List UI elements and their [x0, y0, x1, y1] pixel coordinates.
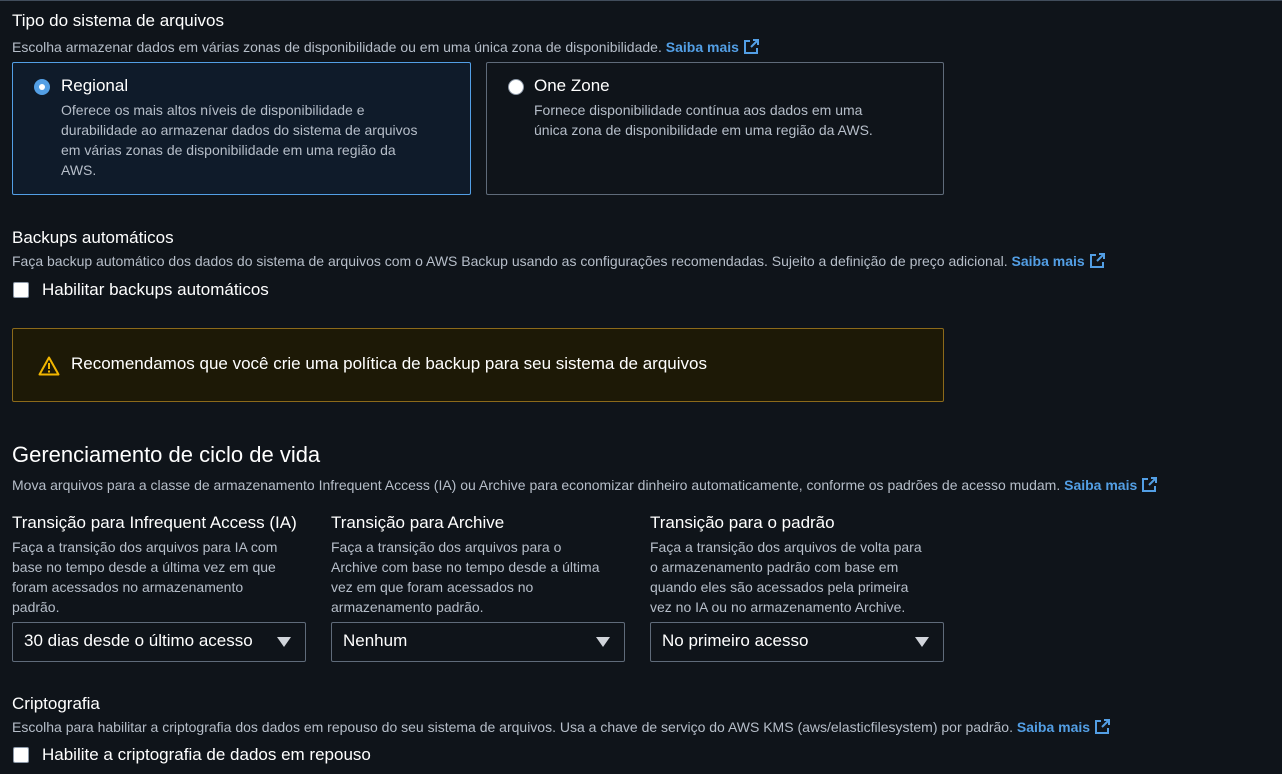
external-link-icon — [1095, 719, 1111, 734]
lifecycle-learn-more-link[interactable]: Saiba mais — [1064, 477, 1158, 493]
option-description-regional: Oferece os mais altos níveis de disponib… — [61, 102, 418, 178]
backups-checkbox[interactable] — [13, 282, 29, 298]
option-title-one-zone: One Zone — [534, 76, 610, 95]
filesystem-type-heading: Tipo do sistema de arquivos — [12, 11, 224, 30]
option-title-regional: Regional — [61, 76, 129, 95]
encryption-checkbox[interactable] — [13, 747, 29, 763]
transition-archive-select-value: Nenhum — [343, 631, 408, 650]
filesystem-type-description-text: Escolha armazenar dados em várias zonas … — [12, 39, 662, 55]
encryption-description: Escolha para habilitar a criptografia do… — [12, 717, 1111, 737]
encryption-learn-more-link[interactable]: Saiba mais — [1017, 719, 1111, 735]
filesystem-type-learn-more-link[interactable]: Saiba mais — [666, 39, 759, 55]
caret-down-icon — [277, 637, 291, 647]
backups-description-text: Faça backup automático dos dados do sist… — [12, 253, 1008, 269]
backup-warning-alert: Recomendamos que você crie uma política … — [12, 328, 944, 402]
caret-down-icon — [915, 637, 929, 647]
lifecycle-description-text: Mova arquivos para a classe de armazenam… — [12, 477, 1061, 493]
option-tile-regional[interactable]: Regional Oferece os mais altos níveis de… — [12, 62, 471, 195]
encryption-description-text: Escolha para habilitar a criptografia do… — [12, 719, 1013, 735]
transition-ia-title: Transição para Infrequent Access (IA) — [12, 513, 297, 532]
transition-archive-select[interactable]: Nenhum — [331, 622, 625, 662]
option-tile-one-zone[interactable]: One Zone Fornece disponibilidade contínu… — [486, 62, 944, 195]
warning-icon — [38, 356, 60, 376]
transition-archive-title: Transição para Archive — [331, 513, 505, 532]
backups-learn-more-link[interactable]: Saiba mais — [1012, 253, 1105, 269]
external-link-icon — [743, 39, 759, 54]
backup-warning-text: Recomendamos que você crie uma política … — [71, 354, 707, 373]
backups-heading: Backups automáticos — [12, 228, 174, 247]
transition-standard-description: Faça a transição dos arquivos de volta p… — [650, 539, 922, 615]
encryption-checkbox-label[interactable]: Habilite a criptografia de dados em repo… — [42, 745, 371, 765]
top-divider — [0, 0, 1282, 1]
transition-archive-description: Faça a transição dos arquivos para o Arc… — [331, 539, 600, 615]
external-link-icon — [1142, 477, 1158, 492]
option-description-one-zone: Fornece disponibilidade contínua aos dad… — [534, 102, 873, 138]
transition-standard-select[interactable]: No primeiro acesso — [650, 622, 944, 662]
backups-description: Faça backup automático dos dados do sist… — [12, 251, 1105, 271]
encryption-heading: Criptografia — [12, 694, 100, 713]
lifecycle-heading: Gerenciamento de ciclo de vida — [12, 442, 321, 467]
radio-regional[interactable] — [34, 79, 50, 95]
transition-ia-description: Faça a transição dos arquivos para IA co… — [12, 539, 278, 615]
external-link-icon — [1089, 253, 1105, 268]
backups-checkbox-label[interactable]: Habilitar backups automáticos — [42, 280, 269, 300]
radio-one-zone[interactable] — [508, 79, 524, 95]
transition-ia-select-value: 30 dias desde o último acesso — [24, 631, 253, 650]
transition-standard-title: Transição para o padrão — [650, 513, 835, 532]
caret-down-icon — [596, 637, 610, 647]
filesystem-type-description: Escolha armazenar dados em várias zonas … — [12, 37, 759, 57]
transition-ia-select[interactable]: 30 dias desde o último acesso — [12, 622, 306, 662]
lifecycle-description: Mova arquivos para a classe de armazenam… — [12, 475, 1158, 495]
transition-standard-select-value: No primeiro acesso — [662, 631, 809, 650]
